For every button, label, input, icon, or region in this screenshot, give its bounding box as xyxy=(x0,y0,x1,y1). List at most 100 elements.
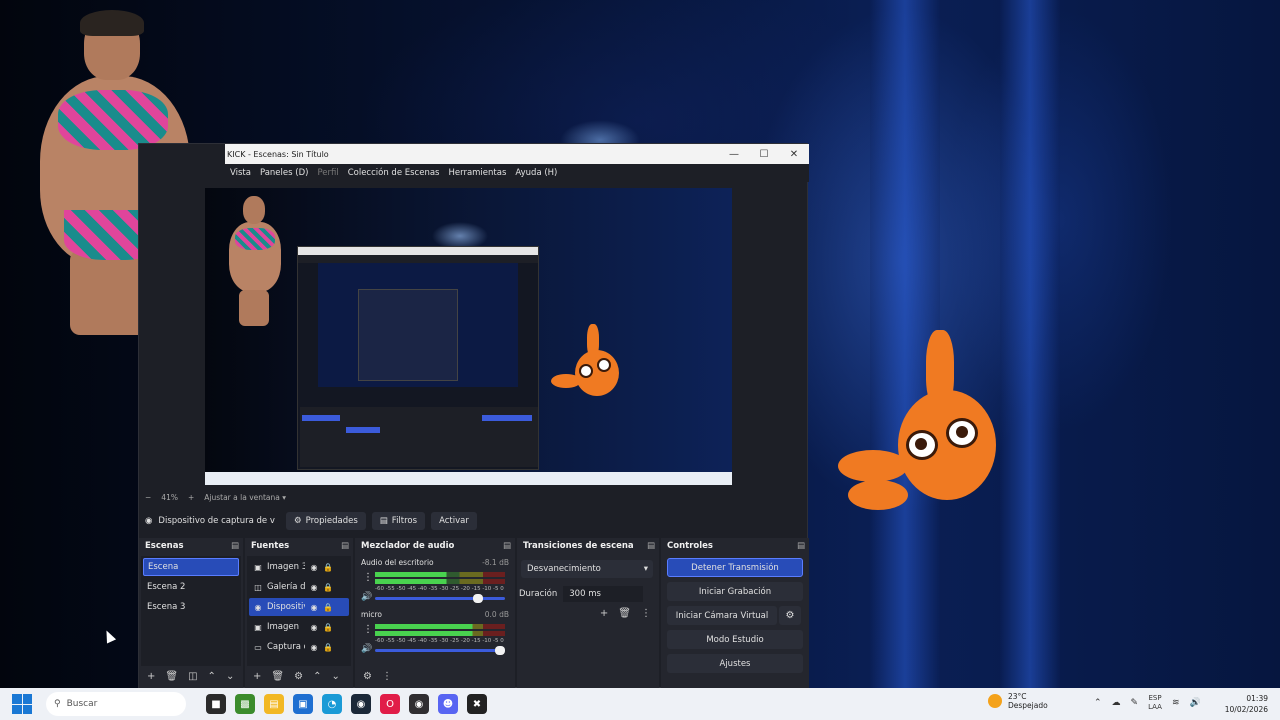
close-button[interactable]: ✕ xyxy=(779,149,809,160)
scene-item[interactable]: Escena 2 xyxy=(143,578,239,596)
lock-icon[interactable]: 🔒 xyxy=(323,643,333,652)
language-indicator[interactable]: ESP LAA xyxy=(1148,694,1162,712)
menu-paneles[interactable]: Paneles (D) xyxy=(260,168,308,178)
zoom-fit-select[interactable]: Ajustar a la ventana ▾ xyxy=(204,493,286,502)
volume-meter xyxy=(375,631,505,636)
cloud-icon[interactable]: ☁ xyxy=(1112,698,1121,708)
lock-icon[interactable]: 🔒 xyxy=(323,583,333,592)
menu-herramientas[interactable]: Herramientas xyxy=(448,168,506,178)
scene-filters-button[interactable]: ◫ xyxy=(188,671,197,682)
eye-icon[interactable]: ◉ xyxy=(309,563,319,572)
start-button[interactable] xyxy=(12,694,32,714)
menu-coleccion-escenas[interactable]: Colección de Escenas xyxy=(348,168,440,178)
wifi-icon[interactable]: ≋ xyxy=(1172,698,1180,708)
start-virtual-cam-button[interactable]: Iniciar Cámara Virtual xyxy=(667,606,777,625)
preview-canvas[interactable] xyxy=(205,188,732,485)
move-up-button[interactable]: ⌃ xyxy=(208,671,216,682)
volume-slider[interactable] xyxy=(375,594,505,603)
add-transition-button[interactable]: + xyxy=(600,608,608,619)
activate-button[interactable]: Activar xyxy=(431,512,477,530)
clock[interactable]: 01:39 10/02/2026 xyxy=(1222,693,1268,715)
eye-icon[interactable]: ◉ xyxy=(309,623,319,632)
remove-source-button[interactable]: 🗑 xyxy=(271,671,284,682)
stop-stream-button[interactable]: Detener Transmisión xyxy=(667,558,803,577)
maximize-button[interactable]: ☐ xyxy=(749,149,779,160)
source-settings-button[interactable]: ⚙ xyxy=(294,671,303,682)
move-down-button[interactable]: ⌄ xyxy=(331,671,339,682)
advanced-audio-button[interactable]: ⚙ xyxy=(363,671,372,682)
zoom-bar: − 41% + Ajustar a la ventana ▾ xyxy=(139,490,809,504)
menu-perfil[interactable]: Perfil xyxy=(317,168,338,178)
source-item[interactable]: ◫ Galería de ◉ 🔒 xyxy=(249,578,349,596)
file-explorer-icon[interactable]: ▤ xyxy=(264,694,284,714)
menu-bar: Vista Paneles (D) Perfil Colección de Es… xyxy=(225,164,809,182)
eye-icon[interactable]: ◉ xyxy=(309,643,319,652)
capcut-icon[interactable]: ✖ xyxy=(467,694,487,714)
lock-icon[interactable]: 🔒 xyxy=(323,623,333,632)
lock-icon[interactable]: 🔒 xyxy=(323,603,333,612)
virtual-cam-settings-button[interactable]: ⚙ xyxy=(779,606,801,625)
speaker-icon[interactable]: 🔊 xyxy=(361,592,372,602)
mixer-menu-button[interactable]: ⋮ xyxy=(382,671,392,682)
slider-knob[interactable] xyxy=(472,594,483,603)
remove-scene-button[interactable]: 🗑 xyxy=(165,671,178,682)
discord-icon[interactable]: ☻ xyxy=(438,694,458,714)
channel-menu-icon[interactable]: ⋮ xyxy=(363,624,373,635)
chevron-up-icon[interactable]: ⌃ xyxy=(1094,698,1102,708)
pen-icon[interactable]: ✎ xyxy=(1131,698,1139,708)
duration-input[interactable]: 300 ms xyxy=(563,586,644,602)
filters-button[interactable]: ▤ Filtros xyxy=(371,512,426,530)
dock-menu-icon[interactable]: ▤ xyxy=(503,541,511,551)
speaker-icon[interactable]: 🔊 xyxy=(361,644,372,654)
slider-knob[interactable] xyxy=(495,646,505,655)
store-icon[interactable]: ▣ xyxy=(293,694,313,714)
scene-item[interactable]: Escena xyxy=(143,558,239,576)
move-down-button[interactable]: ⌄ xyxy=(226,671,234,682)
task-view-icon[interactable]: ■ xyxy=(206,694,226,714)
controls-dock: Controles ▤ Detener Transmisión Iniciar … xyxy=(661,538,809,688)
selected-source-name: Dispositivo de captura de v xyxy=(158,516,275,526)
channel-menu-icon[interactable]: ⋮ xyxy=(363,572,373,583)
channel-db: 0.0 dB xyxy=(484,610,509,619)
transition-menu-button[interactable]: ⋮ xyxy=(641,608,651,619)
volume-meter xyxy=(375,572,505,577)
volume-icon[interactable]: 🔊 xyxy=(1189,698,1200,708)
wallpaper-curtain xyxy=(1000,0,1060,688)
steam-icon[interactable]: ◉ xyxy=(351,694,371,714)
add-source-button[interactable]: + xyxy=(253,671,261,682)
source-item[interactable]: ▭ Captura d ◉ 🔒 xyxy=(249,638,349,656)
source-item[interactable]: ▣ Imagen ◉ 🔒 xyxy=(249,618,349,636)
edge-icon[interactable]: ◔ xyxy=(322,694,342,714)
menu-vista[interactable]: Vista xyxy=(230,168,251,178)
settings-button[interactable]: Ajustes xyxy=(667,654,803,673)
zoom-in-button[interactable]: + xyxy=(188,493,194,502)
lock-icon[interactable]: 🔒 xyxy=(323,563,333,572)
zoom-value: 41% xyxy=(161,492,178,502)
eye-icon[interactable]: ◉ xyxy=(309,603,319,612)
add-scene-button[interactable]: + xyxy=(147,671,155,682)
taskbar-search[interactable]: ⚲ Buscar xyxy=(46,692,186,716)
studio-mode-button[interactable]: Modo Estudio xyxy=(667,630,803,649)
source-item[interactable]: ▣ Imagen 3 ◉ 🔒 xyxy=(249,558,349,576)
dock-menu-icon[interactable]: ▤ xyxy=(797,541,805,551)
dock-menu-icon[interactable]: ▤ xyxy=(647,541,655,551)
source-item[interactable]: ◉ Dispositiv ◉ 🔒 xyxy=(249,598,349,616)
volume-slider[interactable] xyxy=(375,646,505,655)
scene-item[interactable]: Escena 3 xyxy=(143,598,239,616)
remove-transition-button[interactable]: 🗑 xyxy=(618,608,631,619)
dock-menu-icon[interactable]: ▤ xyxy=(341,541,349,551)
zoom-out-button[interactable]: − xyxy=(145,493,151,502)
eye-icon[interactable]: ◉ xyxy=(309,583,319,592)
opera-icon[interactable]: O xyxy=(380,694,400,714)
obs-icon[interactable]: ◉ xyxy=(409,694,429,714)
start-recording-button[interactable]: Iniciar Grabación xyxy=(667,582,803,601)
minimize-button[interactable]: — xyxy=(719,149,749,160)
transition-select[interactable]: Desvanecimiento ▾ xyxy=(521,560,653,578)
dock-menu-icon[interactable]: ▤ xyxy=(231,541,239,551)
minecraft-icon[interactable]: ▩ xyxy=(235,694,255,714)
menu-ayuda[interactable]: Ayuda (H) xyxy=(515,168,557,178)
weather-widget[interactable]: 23°C Despejado xyxy=(988,692,1048,710)
properties-button[interactable]: ⚙ Propiedades xyxy=(286,512,366,530)
gear-icon: ⚙ xyxy=(785,610,795,621)
move-up-button[interactable]: ⌃ xyxy=(313,671,321,682)
